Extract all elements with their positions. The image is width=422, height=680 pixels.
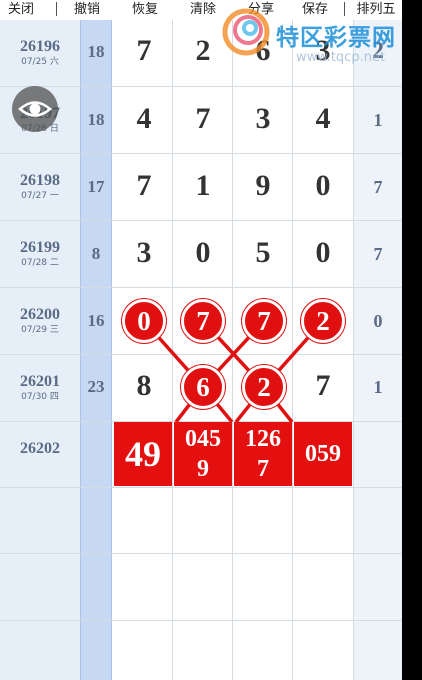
eye-toggle-button[interactable] xyxy=(12,86,58,132)
highlight-ball[interactable]: 0 xyxy=(122,299,166,343)
site-logo-icon xyxy=(222,8,270,56)
prediction-box-3-top: 126 xyxy=(245,426,281,452)
highlight-ball[interactable]: 6 xyxy=(181,365,225,409)
prediction-box-3-bottom: 7 xyxy=(257,456,269,482)
highlight-ball[interactable]: 7 xyxy=(242,299,286,343)
highlight-ball[interactable]: 2 xyxy=(242,365,286,409)
eye-icon xyxy=(18,101,52,117)
watermark-title: 特区彩票网 xyxy=(276,25,396,51)
prediction-box-2-bottom: 9 xyxy=(197,456,209,482)
prediction-box-3[interactable]: 126 7 xyxy=(234,422,292,486)
prediction-box-2[interactable]: 045 9 xyxy=(174,422,232,486)
prediction-box-1[interactable]: 49 xyxy=(114,422,172,486)
prediction-box-4[interactable]: 059 xyxy=(294,422,352,486)
highlight-ball[interactable]: 2 xyxy=(301,299,345,343)
highlight-ball[interactable]: 7 xyxy=(181,299,225,343)
prediction-box-2-top: 045 xyxy=(185,426,221,452)
site-watermark: 特区彩票网 www.tqcp.net xyxy=(222,8,422,66)
watermark-url: www.tqcp.net xyxy=(296,50,386,65)
screen-edge xyxy=(402,0,422,680)
